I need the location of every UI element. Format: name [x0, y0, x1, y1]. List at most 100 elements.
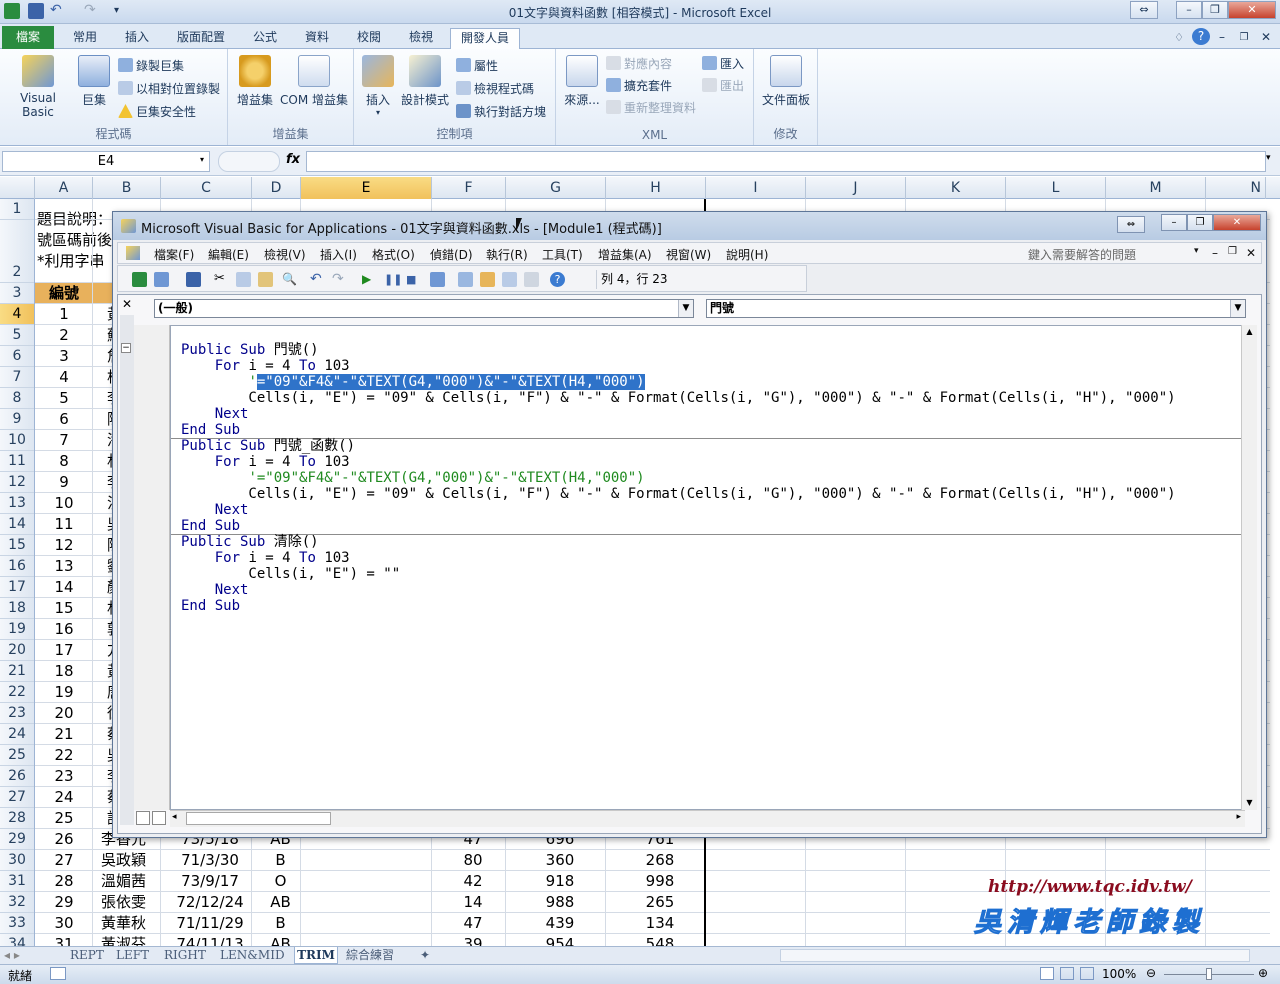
cell-f[interactable]: 39	[437, 934, 509, 946]
code-line[interactable]: Next	[181, 502, 249, 518]
tab-file[interactable]: 檔案	[2, 26, 54, 49]
tab-view[interactable]: 檢視	[396, 28, 446, 49]
cell-f[interactable]: 80	[437, 850, 509, 871]
cell-id[interactable]: 30	[35, 913, 93, 934]
row-header[interactable]: 20	[0, 640, 34, 661]
row-header[interactable]: 21	[0, 661, 34, 682]
cell-d[interactable]: B	[257, 913, 304, 934]
relative-ref-button[interactable]: 以相對位置錄製	[118, 80, 220, 98]
cell-d[interactable]: AB	[257, 892, 304, 913]
row-header[interactable]: 25	[0, 745, 34, 766]
cell-id[interactable]: 7	[35, 430, 93, 451]
row-header[interactable]: 33	[0, 913, 34, 934]
row-header[interactable]: 16	[0, 556, 34, 577]
properties-window-icon[interactable]	[480, 272, 495, 287]
paste-icon[interactable]	[258, 272, 273, 287]
cell-f[interactable]: 14	[437, 892, 509, 913]
collapse-ribbon-icon[interactable]: ♢	[1170, 28, 1188, 49]
row-header[interactable]: 11	[0, 451, 34, 472]
procedure-combo[interactable]: 門號 ▼	[706, 299, 1246, 318]
code-window[interactable]: ✕ (一般) ▼ 門號 ▼ − Public Sub 門號() For i = …	[117, 294, 1262, 834]
cell-h[interactable]: 265	[611, 892, 709, 913]
cell-id[interactable]: 3	[35, 346, 93, 367]
row-header[interactable]: 14	[0, 514, 34, 535]
doc-minimize-icon[interactable]: –	[1214, 28, 1230, 49]
code-line[interactable]: Public Sub 門號()	[181, 342, 319, 358]
menu-run[interactable]: 執行(R)	[486, 246, 528, 263]
vba-minimize-button[interactable]: –	[1161, 214, 1187, 231]
import-button[interactable]: 匯入	[702, 55, 744, 73]
help-icon[interactable]: ?	[1192, 28, 1210, 45]
cell-id[interactable]: 26	[35, 829, 93, 850]
cell-id[interactable]: 18	[35, 661, 93, 682]
hscroll-thumb[interactable]	[186, 812, 331, 825]
macros-button[interactable]: 巨集	[76, 55, 112, 108]
code-line[interactable]: '="09"&F4&"-"&TEXT(G4,"000")&"-"&TEXT(H4…	[181, 470, 644, 486]
scroll-left-icon[interactable]: ◂	[172, 812, 177, 822]
row-header[interactable]: 30	[0, 850, 34, 871]
menu-edit[interactable]: 編輯(E)	[208, 246, 249, 263]
cell-g[interactable]: 954	[511, 934, 609, 946]
cell-id[interactable]: 25	[35, 808, 93, 829]
tab-developer[interactable]: 開發人員	[450, 28, 520, 50]
normal-view-icon[interactable]	[1040, 967, 1054, 980]
row-header[interactable]: 3	[0, 283, 34, 304]
cut-icon[interactable]: ✂	[214, 272, 229, 287]
scroll-down-icon[interactable]: ▼	[1242, 796, 1257, 810]
minimize-button[interactable]: –	[1176, 1, 1202, 19]
zoom-slider-thumb[interactable]	[1206, 968, 1212, 980]
insert-control-button[interactable]: 插入 ▾	[360, 55, 396, 117]
column-header[interactable]: L	[1006, 177, 1106, 199]
row-header[interactable]: 31	[0, 871, 34, 892]
tab-insert[interactable]: 插入	[112, 28, 162, 49]
header-id[interactable]: 編號	[35, 283, 93, 304]
code-vertical-scrollbar[interactable]: ▲ ▼	[1241, 325, 1257, 810]
code-line[interactable]: Public Sub 門號_函數()	[181, 438, 355, 454]
cell-id[interactable]: 15	[35, 598, 93, 619]
scroll-right-icon[interactable]: ▸	[1236, 812, 1241, 822]
sheet-tab[interactable]: 綜合練習	[346, 947, 406, 964]
sheet-nav-icon[interactable]: ◂ ▸	[4, 947, 64, 964]
row-header[interactable]: 26	[0, 766, 34, 787]
cell-id[interactable]: 10	[35, 493, 93, 514]
cell-b[interactable]: 吳政穎	[101, 850, 161, 871]
code-line[interactable]: Cells(i, "E") = ""	[181, 566, 400, 582]
cell-id[interactable]: 8	[35, 451, 93, 472]
code-line[interactable]: End Sub	[181, 422, 240, 438]
reset-icon[interactable]: ■	[406, 272, 421, 287]
design-mode-button[interactable]: 設計模式	[400, 55, 450, 108]
code-line[interactable]: '="09"&F4&"-"&TEXT(G4,"000")&"-"&TEXT(H4…	[181, 374, 645, 390]
cell-b[interactable]: 溫媚茜	[101, 871, 161, 892]
cell-id[interactable]: 4	[35, 367, 93, 388]
code-editor[interactable]: Public Sub 門號() For i = 4 To 103 '="09"&…	[170, 325, 1245, 810]
cell-b[interactable]: 黃華秋	[101, 913, 161, 934]
column-header[interactable]: J	[806, 177, 906, 199]
code-line[interactable]: Public Sub 清除()	[181, 534, 319, 550]
cell-id[interactable]: 19	[35, 682, 93, 703]
menu-tools[interactable]: 工具(T)	[542, 246, 583, 263]
cell-d[interactable]: O	[257, 871, 304, 892]
cell-id[interactable]: 12	[35, 535, 93, 556]
code-line[interactable]: For i = 4 To 103	[181, 454, 350, 470]
code-line[interactable]: Cells(i, "E") = "09" & Cells(i, "F") & "…	[181, 486, 1175, 502]
header-name-partial[interactable]	[93, 283, 113, 304]
macro-security-button[interactable]: 巨集安全性	[118, 103, 196, 121]
zoom-out-icon[interactable]: ⊖	[1146, 966, 1156, 980]
row-header[interactable]: 17	[0, 577, 34, 598]
scroll-up-icon[interactable]: ▲	[1242, 325, 1257, 339]
row-header[interactable]: 12	[0, 472, 34, 493]
code-horizontal-scrollbar[interactable]: ◂ ▸	[170, 810, 1245, 827]
menu-window[interactable]: 視窗(W)	[666, 246, 711, 263]
row-header[interactable]: 27	[0, 787, 34, 808]
copy-icon[interactable]	[236, 272, 251, 287]
select-all-corner[interactable]	[0, 177, 35, 199]
cell-id[interactable]: 23	[35, 766, 93, 787]
menu-addins[interactable]: 增益集(A)	[598, 246, 652, 263]
tab-formulas[interactable]: 公式	[240, 28, 290, 49]
row-header[interactable]: 29	[0, 829, 34, 850]
full-module-view-icon[interactable]	[152, 811, 166, 825]
row-header[interactable]: 8	[0, 388, 34, 409]
cell-d[interactable]: B	[257, 850, 304, 871]
cell-id[interactable]: 17	[35, 640, 93, 661]
page-break-view-icon[interactable]	[1080, 967, 1094, 980]
